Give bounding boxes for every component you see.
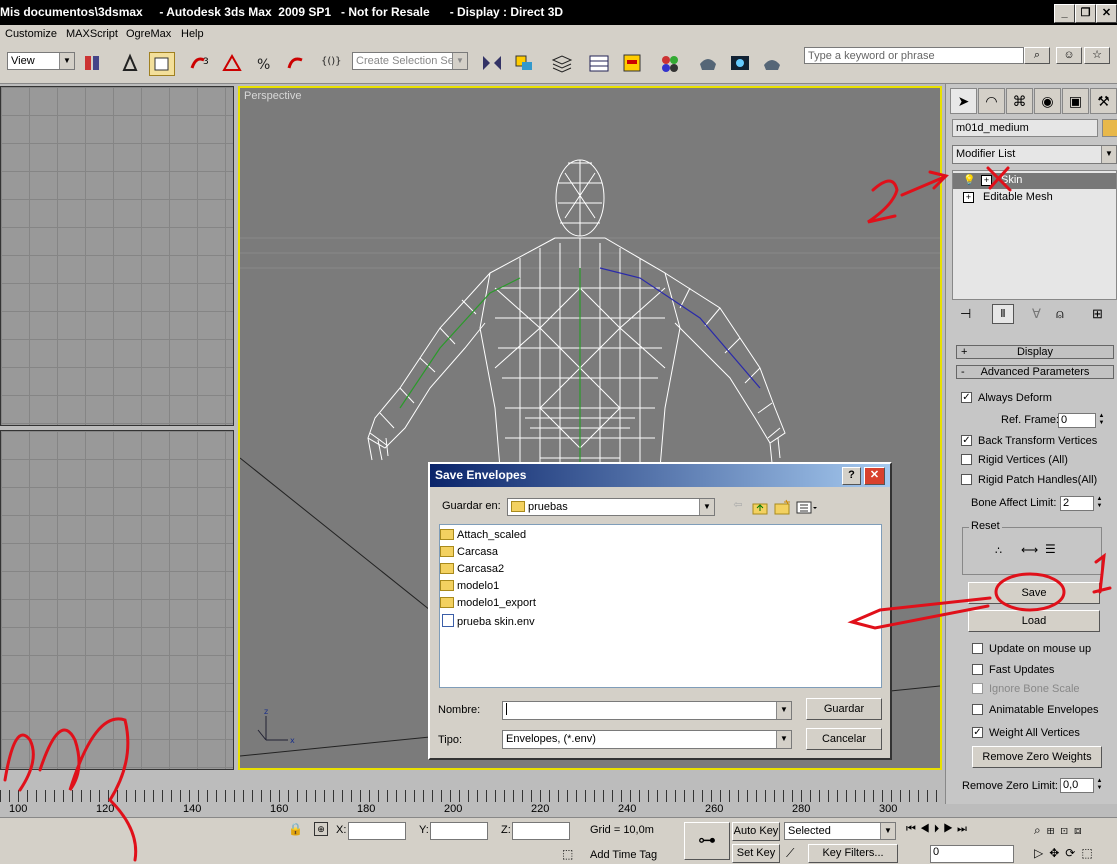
arrow-icon xyxy=(847,596,992,630)
cross-icon xyxy=(986,166,1012,192)
annotation-overlay xyxy=(3,166,1112,862)
annotation-mark xyxy=(1092,552,1112,594)
annotation-mark xyxy=(867,179,899,224)
annotation-mark xyxy=(3,717,138,862)
arrow-icon xyxy=(900,170,949,197)
circle-mark xyxy=(994,572,1066,612)
